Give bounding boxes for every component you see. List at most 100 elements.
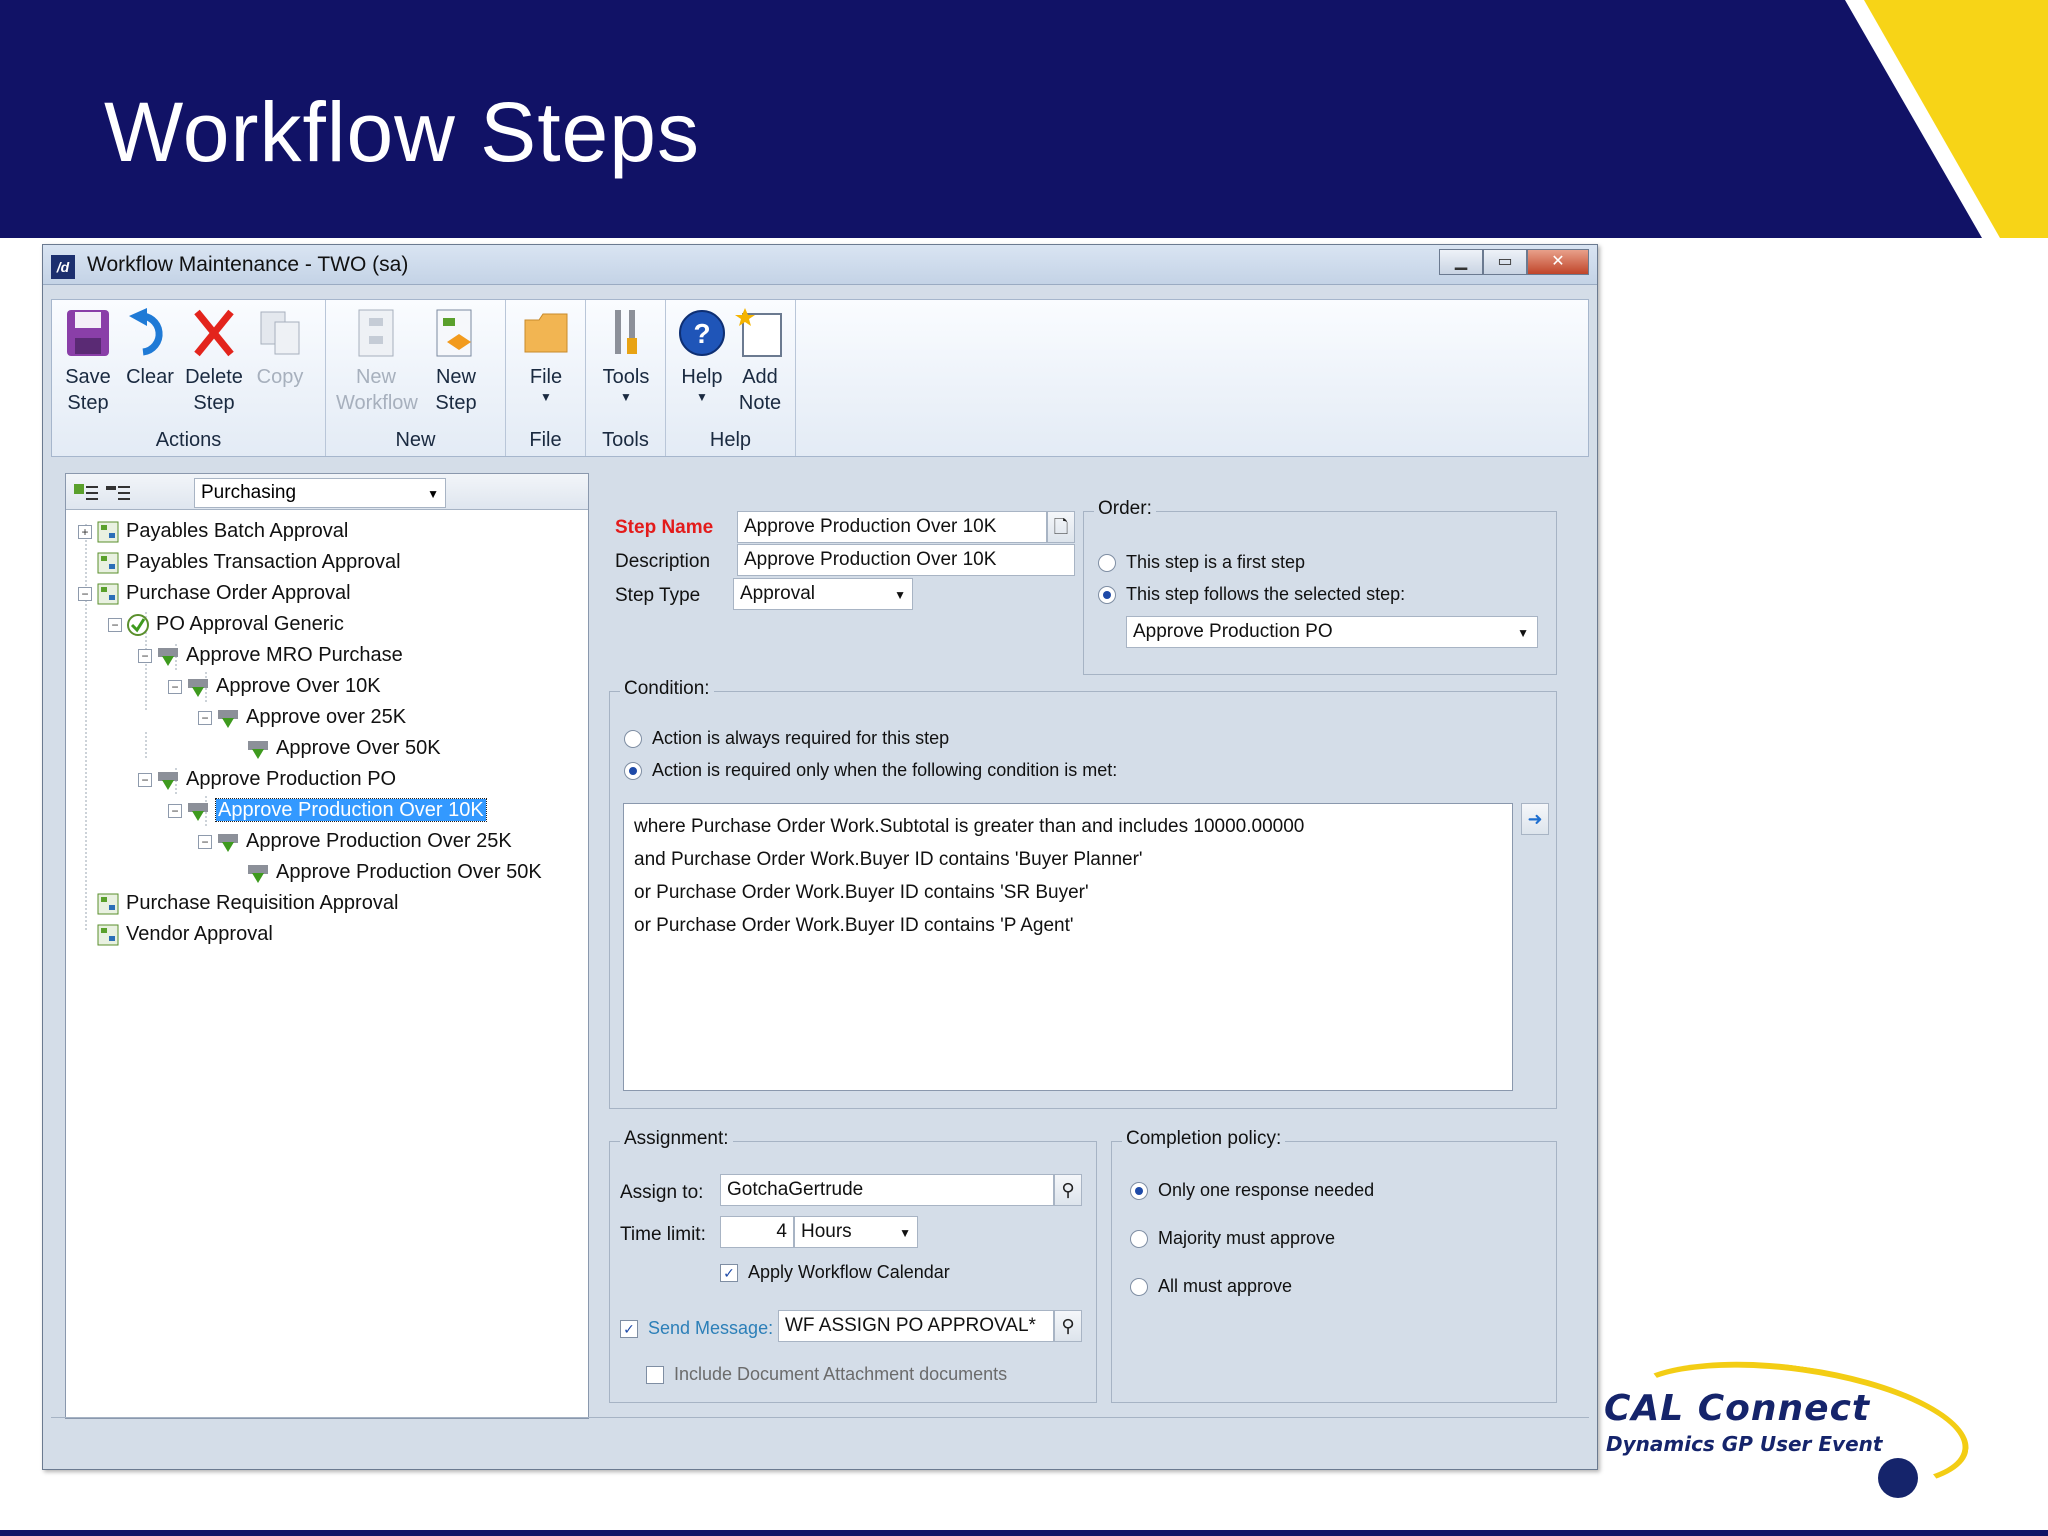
completion-group: Completion policy: Only one response nee… xyxy=(1111,1128,1557,1403)
window-titlebar[interactable]: /d Workflow Maintenance - TWO (sa) ▁ ▭ ✕ xyxy=(43,245,1597,285)
collapse-icon[interactable]: − xyxy=(138,648,152,663)
arrow-right-icon[interactable]: ➜ xyxy=(1521,803,1549,835)
first-step-label: This step is a first step xyxy=(1126,552,1306,572)
collapse-icon[interactable]: − xyxy=(168,803,182,818)
workflow-type-dropdown[interactable]: Purchasing ▼ xyxy=(194,478,446,508)
collapse-icon[interactable]: − xyxy=(78,586,92,601)
step-icon xyxy=(216,706,240,730)
collapse-icon[interactable]: − xyxy=(108,617,122,632)
new-step-button[interactable]: New Step xyxy=(426,306,486,416)
conditional-required-radio[interactable]: Action is required only when the followi… xyxy=(624,760,1117,781)
tree-item-label: PO Approval Generic xyxy=(156,613,344,635)
collapse-all-icon[interactable] xyxy=(104,480,132,509)
time-limit-label: Time limit: xyxy=(620,1224,706,1245)
preceding-step-dropdown[interactable]: Approve Production PO ▼ xyxy=(1126,616,1538,648)
tree-item[interactable]: +Payables Transaction Approval xyxy=(78,547,401,577)
first-step-radio[interactable]: This step is a first step xyxy=(1098,552,1305,573)
tree-item[interactable]: − Approve Production Over 25K xyxy=(198,826,512,856)
ribbon-group-label-actions: Actions xyxy=(155,429,222,451)
tree-item-label: Approve Production Over 10K xyxy=(215,798,487,822)
maximize-icon[interactable]: ▭ xyxy=(1483,249,1527,275)
send-message-field[interactable]: WF ASSIGN PO APPROVAL* xyxy=(778,1310,1054,1342)
one-response-radio[interactable]: Only one response needed xyxy=(1130,1180,1374,1201)
tree-item-label: Purchase Requisition Approval xyxy=(126,892,399,914)
file-button[interactable]: File ▼ xyxy=(516,306,576,404)
tree-item[interactable]: − PO Approval Generic xyxy=(108,609,344,639)
chevron-down-icon: ▼ xyxy=(620,390,632,404)
new-workflow-label: New xyxy=(355,366,396,388)
tree-item[interactable]: Approve Over 50K xyxy=(246,733,441,763)
close-icon[interactable]: ✕ xyxy=(1527,249,1589,275)
radio-selected-icon xyxy=(1130,1182,1148,1201)
tree-item[interactable]: − Approve Over 10K xyxy=(168,671,381,701)
apply-calendar-checkbox[interactable]: ✓ Apply Workflow Calendar xyxy=(720,1262,950,1283)
always-required-radio[interactable]: Action is always required for this step xyxy=(624,728,949,749)
tree-item[interactable]: − Purchase Order Approval xyxy=(78,578,351,608)
majority-radio[interactable]: Majority must approve xyxy=(1130,1228,1335,1249)
chevron-down-icon: ▼ xyxy=(1517,626,1529,640)
apply-calendar-label: Apply Workflow Calendar xyxy=(748,1262,950,1282)
slide: Workflow Steps /d Workflow Maintenance -… xyxy=(0,0,2048,1536)
new-step-icon xyxy=(431,306,481,360)
copy-button[interactable]: Copy xyxy=(250,306,310,390)
step-name-field[interactable]: Approve Production Over 10K xyxy=(737,511,1047,543)
new-workflow-button[interactable]: New Workflow xyxy=(336,306,418,416)
collapse-icon[interactable]: − xyxy=(138,772,152,787)
radio-icon xyxy=(1130,1230,1148,1249)
search-icon[interactable]: ⚲ xyxy=(1054,1310,1082,1342)
save-step-button[interactable]: Save Step xyxy=(58,306,118,416)
condition-editor[interactable]: where Purchase Order Work.Subtotal is gr… xyxy=(623,803,1513,1091)
all-must-approve-radio[interactable]: All must approve xyxy=(1130,1276,1292,1297)
tools-label: Tools xyxy=(602,366,650,388)
new-workflow-label-2: Workflow xyxy=(336,392,418,414)
assignment-group: Assignment: Assign to: GotchaGertrude ⚲ … xyxy=(609,1128,1097,1403)
time-limit-field[interactable]: 4 xyxy=(720,1216,794,1248)
chevron-down-icon: ▼ xyxy=(696,390,708,404)
tree-item[interactable]: − Approve over 25K xyxy=(198,702,406,732)
tree-item[interactable]: Approve Production Over 50K xyxy=(246,857,542,887)
help-button[interactable]: ? Help ▼ xyxy=(672,306,732,404)
conditional-required-label: Action is required only when the followi… xyxy=(652,760,1118,780)
radio-selected-icon xyxy=(624,762,642,781)
help-icon: ? xyxy=(677,306,727,360)
copy-label: Copy xyxy=(256,366,304,388)
tools-button[interactable]: Tools ▼ xyxy=(596,306,656,404)
collapse-icon[interactable]: − xyxy=(198,710,212,725)
send-message-checkbox[interactable]: ✓ Send Message: xyxy=(620,1318,773,1339)
expand-icon[interactable]: + xyxy=(78,524,92,539)
search-icon[interactable]: ⚲ xyxy=(1054,1174,1082,1206)
description-field[interactable]: Approve Production Over 10K xyxy=(737,544,1075,576)
expand-all-icon[interactable] xyxy=(72,480,100,509)
tree-item[interactable]: +Purchase Requisition Approval xyxy=(78,888,398,918)
majority-label: Majority must approve xyxy=(1158,1228,1336,1248)
condition-line: and Purchase Order Work.Buyer ID contain… xyxy=(634,849,1143,870)
time-unit-dropdown[interactable]: Hours ▼ xyxy=(794,1216,918,1248)
ribbon-group-actions: Save Step Clear Delete Step Copy Actions xyxy=(52,300,326,456)
collapse-icon[interactable]: − xyxy=(168,679,182,694)
new-step-label-2: Step xyxy=(435,392,477,414)
step-type-dropdown[interactable]: Approval ▼ xyxy=(733,578,913,610)
radio-icon xyxy=(1130,1278,1148,1297)
delete-step-button[interactable]: Delete Step xyxy=(184,306,244,416)
condition-title: Condition: xyxy=(620,678,714,700)
window-controls: ▁ ▭ ✕ xyxy=(1439,249,1589,275)
step-name-label: Step Name xyxy=(615,517,714,538)
clear-button[interactable]: Clear xyxy=(120,306,180,390)
workflow-icon xyxy=(96,520,120,544)
tree-item[interactable]: − Approve MRO Purchase xyxy=(138,640,403,670)
minimize-icon[interactable]: ▁ xyxy=(1439,249,1483,275)
follows-step-label: This step follows the selected step: xyxy=(1126,584,1406,604)
collapse-icon[interactable]: − xyxy=(198,834,212,849)
tree-item[interactable]: +Vendor Approval xyxy=(78,919,273,949)
order-title: Order: xyxy=(1094,498,1156,520)
tree-item[interactable]: + Payables Batch Approval xyxy=(78,516,348,546)
add-note-button[interactable]: Add Note xyxy=(730,306,790,416)
copy-icon xyxy=(255,306,305,360)
follows-step-radio[interactable]: This step follows the selected step: xyxy=(1098,584,1405,605)
assign-to-field[interactable]: GotchaGertrude xyxy=(720,1174,1054,1206)
tree-item-selected[interactable]: − Approve Production Over 10K xyxy=(168,795,487,825)
note-icon[interactable]: 🗋 xyxy=(1047,511,1075,543)
tree-item[interactable]: − Approve Production PO xyxy=(138,764,396,794)
ribbon-group-file: File ▼ File xyxy=(506,300,586,456)
include-documents-checkbox[interactable]: Include Document Attachment documents xyxy=(646,1364,1007,1385)
